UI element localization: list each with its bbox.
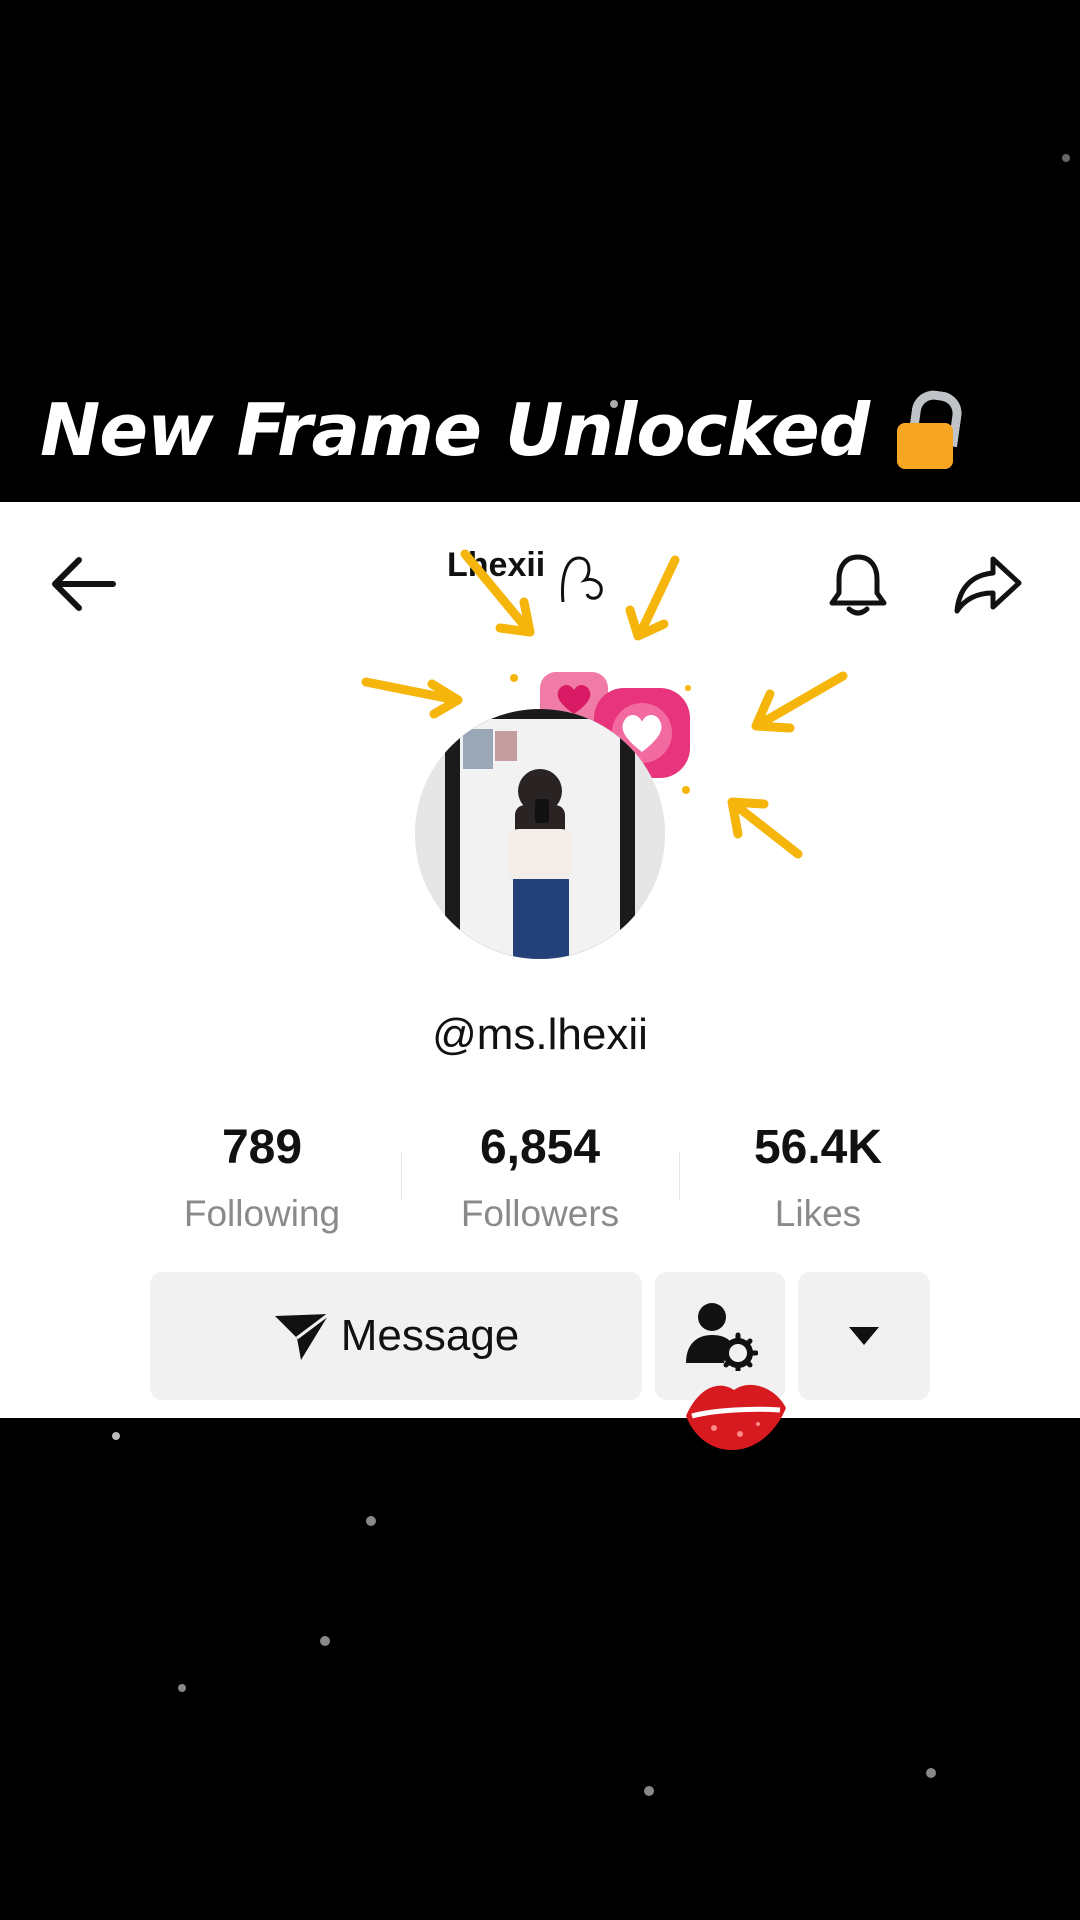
message-button[interactable]: Message [150, 1272, 642, 1400]
sparkle [644, 1786, 654, 1796]
stat-value: 6,854 [479, 1121, 601, 1174]
unlocked-lock-icon [897, 387, 965, 469]
sparkle [926, 1768, 936, 1778]
message-label: Message [340, 1311, 520, 1360]
sparkle [320, 1636, 330, 1646]
stat-followers[interactable]: 6,854 Followers [430, 1120, 650, 1235]
profile-card: Lhexii @ms.lhexii 789 Following 6,854 Fo… [0, 502, 1080, 1418]
username: @ms.lhexii [432, 1010, 648, 1059]
stat-likes[interactable]: 56.4K Likes [708, 1120, 928, 1235]
sparkle [112, 1432, 120, 1440]
lips-icon [686, 1384, 786, 1450]
caption-text: New Frame Unlocked [40, 388, 870, 472]
send-icon [274, 1312, 330, 1360]
sparkle [178, 1684, 186, 1692]
sparkle [1062, 154, 1070, 162]
stat-value: 56.4K [753, 1121, 883, 1174]
sparkle [610, 400, 618, 408]
profile-photo [415, 709, 665, 959]
sparkle [366, 1516, 376, 1526]
more-dropdown-button[interactable] [798, 1272, 930, 1400]
caption: New Frame Unlocked [40, 387, 965, 472]
divider [679, 1152, 680, 1200]
stat-label: Followers [460, 1193, 620, 1234]
manage-account-icon [686, 1303, 758, 1371]
divider [401, 1152, 402, 1200]
stat-label: Likes [774, 1193, 862, 1234]
stat-label: Following [183, 1193, 341, 1234]
stat-value: 789 [221, 1121, 303, 1174]
stat-following[interactable]: 789 Following [152, 1120, 372, 1235]
dropdown-caret-icon [849, 1327, 879, 1345]
avatar[interactable] [415, 709, 665, 959]
